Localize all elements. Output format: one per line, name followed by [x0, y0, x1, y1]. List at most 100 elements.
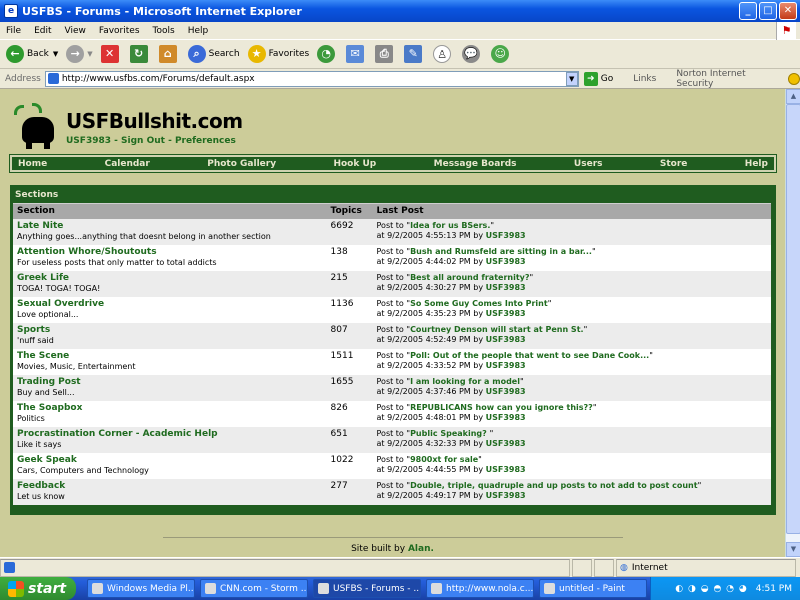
stop-button[interactable]: ✕ [100, 45, 122, 63]
section-description: Let us know [17, 491, 65, 501]
print-button[interactable]: ⎙ [375, 45, 396, 63]
minimize-button[interactable]: _ [739, 2, 757, 20]
nav-help[interactable]: Help [745, 159, 768, 169]
topics-count: 1655 [326, 374, 373, 401]
history-button[interactable]: ◔ [317, 45, 338, 63]
last-post-author[interactable]: USF3983 [486, 439, 526, 448]
vertical-scrollbar[interactable]: ▲ ▼ [785, 89, 800, 557]
messenger-button[interactable]: ♙ [433, 45, 454, 63]
scroll-thumb[interactable] [786, 104, 800, 534]
last-post-link[interactable]: Public Speaking? [410, 429, 490, 438]
start-button[interactable]: start [0, 577, 76, 600]
home-button[interactable]: ⌂ [158, 45, 180, 63]
status-text [0, 558, 570, 577]
tray-icons[interactable]: ◐ ◑ ◒ ◓ ◔ ◕ [675, 584, 747, 594]
task-cnn[interactable]: CNN.com - Storm ... [200, 579, 308, 598]
chevron-down-icon[interactable]: ▼ [87, 50, 92, 58]
nav-store[interactable]: Store [660, 159, 688, 169]
task-windows-media[interactable]: Windows Media Pl... [87, 579, 195, 598]
links-button[interactable]: Links [633, 74, 656, 84]
menu-view[interactable]: View [65, 26, 86, 36]
last-post-link[interactable]: Bush and Rumsfeld are sitting in a bar..… [410, 247, 592, 256]
last-post-author[interactable]: USF3983 [486, 491, 526, 500]
section-link[interactable]: The Soapbox [17, 403, 323, 413]
menu-favorites[interactable]: Favorites [99, 26, 140, 36]
section-link[interactable]: Feedback [17, 481, 323, 491]
last-post-link[interactable]: Poll: Out of the people that went to see… [410, 351, 649, 360]
sign-out-link[interactable]: Sign Out [121, 136, 165, 146]
section-link[interactable]: Attention Whore/Shoutouts [17, 247, 323, 257]
author-link[interactable]: Alan. [408, 544, 434, 554]
menu-tools[interactable]: Tools [153, 26, 175, 36]
task-nola[interactable]: http://www.nola.c... [426, 579, 534, 598]
last-post-author[interactable]: USF3983 [486, 361, 526, 370]
mail-button[interactable]: ✉ [346, 45, 367, 63]
section-link[interactable]: Greek Life [17, 273, 323, 283]
address-input[interactable]: http://www.usfbs.com/Forums/default.aspx… [44, 70, 579, 87]
nav-hook-up[interactable]: Hook Up [333, 159, 376, 169]
last-post-link[interactable]: Double, triple, quadruple and up posts t… [410, 481, 698, 490]
section-link[interactable]: Trading Post [17, 377, 323, 387]
last-post-link[interactable]: I am looking for a model [410, 377, 520, 386]
nav-users[interactable]: Users [574, 159, 603, 169]
section-link[interactable]: Late Nite [17, 221, 323, 231]
section-link[interactable]: Sports [17, 325, 323, 335]
last-post-link[interactable]: So Some Guy Comes Into Print [410, 299, 548, 308]
menu-file[interactable]: File [6, 26, 21, 36]
chevron-down-icon[interactable]: ▼ [565, 71, 578, 86]
last-post-link[interactable]: REPUBLICANS how can you ignore this?? [410, 403, 593, 412]
last-post-author[interactable]: USF3983 [486, 335, 526, 344]
last-post-cell: Post to "Best all around fraternity?" at … [372, 270, 771, 297]
close-button[interactable]: ✕ [779, 2, 797, 20]
nav-message-boards[interactable]: Message Boards [434, 159, 517, 169]
last-post-date: 9/2/2005 4:48:01 PM [387, 412, 471, 422]
last-post-link[interactable]: Best all around fraternity? [410, 273, 529, 282]
go-button[interactable]: ➜ Go [583, 71, 614, 86]
last-post-link[interactable]: 9800xt for sale [410, 455, 478, 464]
site-logo[interactable] [12, 103, 62, 149]
chevron-down-icon[interactable]: ▼ [53, 50, 58, 58]
home-icon: ⌂ [158, 45, 177, 63]
norton-toolbar[interactable]: Norton Internet Security [676, 69, 800, 89]
last-post-author[interactable]: USF3983 [486, 465, 526, 474]
maximize-button[interactable]: □ [759, 2, 777, 20]
last-post-author[interactable]: USF3983 [486, 309, 526, 318]
scroll-down-icon[interactable]: ▼ [786, 542, 800, 557]
back-button[interactable]: ← Back ▼ [6, 45, 58, 63]
preferences-link[interactable]: Preferences [175, 136, 236, 146]
search-button[interactable]: ⌕ Search [187, 45, 240, 63]
section-link[interactable]: The Scene [17, 351, 323, 361]
task-usfbs[interactable]: USFBS - Forums - ... [313, 579, 421, 598]
favorites-button[interactable]: ★ Favorites [247, 45, 309, 63]
last-post-author[interactable]: USF3983 [486, 413, 526, 422]
section-link[interactable]: Procrastination Corner - Academic Help [17, 429, 323, 439]
section-link[interactable]: Geek Speak [17, 455, 323, 465]
section-link[interactable]: Sexual Overdrive [17, 299, 323, 309]
username-link[interactable]: USF3983 [66, 136, 111, 146]
refresh-button[interactable]: ↻ [129, 45, 151, 63]
topics-count: 1511 [326, 348, 373, 375]
edit-button[interactable]: ✎ [404, 45, 425, 63]
table-row: Geek Speak Cars, Computers and Technology… [13, 452, 771, 479]
sections-title: Sections [15, 190, 59, 200]
last-post-cell: Post to "REPUBLICANS how can you ignore … [372, 400, 771, 427]
discuss-button[interactable]: 💬 [462, 45, 483, 63]
last-post-link[interactable]: Idea for us BSers. [410, 221, 490, 230]
menu-edit[interactable]: Edit [34, 26, 51, 36]
section-cell: Sports'nuff said [13, 322, 327, 349]
go-label: Go [600, 73, 614, 84]
last-post-link[interactable]: Courtney Denson will start at Penn St. [410, 325, 584, 334]
last-post-author[interactable]: USF3983 [486, 231, 526, 240]
scroll-up-icon[interactable]: ▲ [786, 89, 800, 104]
nav-home[interactable]: Home [18, 159, 47, 169]
nav-photo-gallery[interactable]: Photo Gallery [207, 159, 276, 169]
nav-calendar[interactable]: Calendar [105, 159, 150, 169]
research-button[interactable]: ☺ [491, 45, 512, 63]
last-post-author[interactable]: USF3983 [486, 283, 526, 292]
menu-help[interactable]: Help [188, 26, 209, 36]
last-post-author[interactable]: USF3983 [486, 387, 526, 396]
forward-button[interactable]: → ▼ [66, 45, 93, 63]
task-paint[interactable]: untitled - Paint [539, 579, 647, 598]
back-arrow-icon: ← [6, 45, 24, 63]
last-post-author[interactable]: USF3983 [486, 257, 526, 266]
